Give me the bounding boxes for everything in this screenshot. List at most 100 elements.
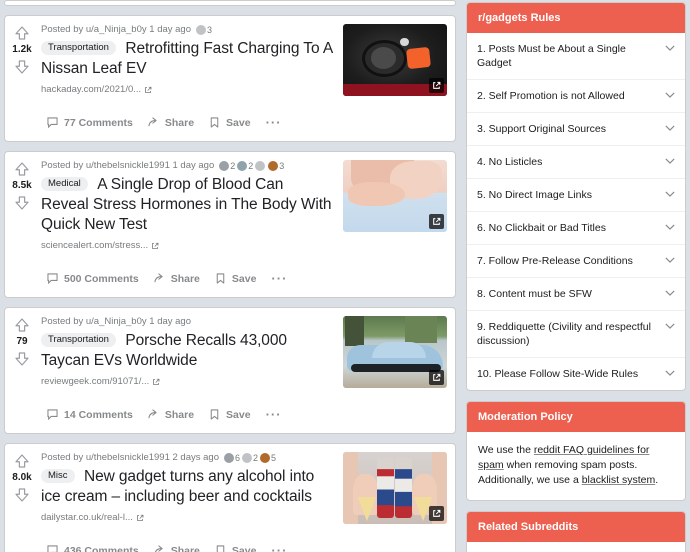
chevron-down-icon[interactable]	[665, 45, 675, 51]
upvote-icon[interactable]	[13, 24, 31, 42]
rule-text: 2. Self Promotion is not Allowed	[477, 90, 625, 102]
post-author-line[interactable]: Posted by u/thebelsnickle1991 1 day ago	[41, 159, 214, 173]
save-label: Save	[231, 544, 257, 552]
sidebar: r/gadgets Rules 1. Posts Must be About a…	[466, 0, 686, 552]
rule-item[interactable]: 5. No Direct Image Links	[467, 179, 685, 212]
award-count: 2	[248, 161, 254, 171]
chevron-down-icon[interactable]	[665, 224, 675, 230]
chevron-down-icon[interactable]	[665, 323, 675, 329]
post-title-row: Transportation Porsche Recalls 43,000 Ta…	[41, 331, 335, 371]
related-subreddits-body: The BIG list of related subreddits	[467, 542, 685, 552]
blacklist-system-link[interactable]: blacklist system	[582, 474, 656, 486]
chevron-down-icon[interactable]	[665, 125, 675, 131]
post-domain[interactable]: dailystar.co.uk/real-l...	[41, 512, 335, 523]
award-item[interactable]: 2	[242, 451, 258, 465]
more-options-button[interactable]: ···	[265, 543, 293, 552]
comments-button[interactable]: 500 Comments	[41, 269, 144, 288]
downvote-icon[interactable]	[13, 58, 31, 76]
rule-item[interactable]: 8. Content must be SFW	[467, 278, 685, 311]
award-count: 5	[271, 453, 277, 463]
share-button[interactable]: Share	[142, 113, 199, 132]
award-item[interactable]	[255, 161, 266, 171]
rule-text: 4. No Listicles	[477, 156, 543, 168]
save-button[interactable]: Save	[209, 269, 262, 288]
save-button[interactable]: Save	[203, 113, 256, 132]
rule-item[interactable]: 4. No Listicles	[467, 146, 685, 179]
more-options-button[interactable]: ···	[260, 115, 288, 130]
chevron-down-icon[interactable]	[665, 92, 675, 98]
downvote-icon[interactable]	[13, 350, 31, 368]
post-card[interactable]: 1.2k Posted by u/a_Ninja_b0y 1 day ago 3…	[4, 15, 456, 142]
award-item[interactable]: 6	[224, 451, 240, 465]
expand-thumbnail-icon[interactable]	[429, 370, 444, 385]
post-card-partial-top[interactable]	[4, 0, 456, 6]
chevron-down-icon[interactable]	[665, 370, 675, 376]
downvote-icon[interactable]	[13, 486, 31, 504]
post-domain[interactable]: sciencealert.com/stress...	[41, 240, 335, 251]
award-count: 6	[235, 453, 241, 463]
save-label: Save	[226, 116, 251, 129]
chevron-down-icon[interactable]	[665, 191, 675, 197]
post-card[interactable]: 8.5k Posted by u/thebelsnickle1991 1 day…	[4, 151, 456, 298]
post-flair[interactable]: Misc	[41, 468, 75, 483]
chevron-down-icon[interactable]	[665, 158, 675, 164]
moderation-policy-panel: Moderation Policy We use the reddit FAQ …	[466, 401, 686, 501]
award-item[interactable]: 2	[219, 159, 235, 173]
share-button[interactable]: Share	[148, 269, 205, 288]
rule-item[interactable]: 7. Follow Pre-Release Conditions	[467, 245, 685, 278]
expand-thumbnail-icon[interactable]	[429, 214, 444, 229]
post-thumbnail[interactable]	[343, 160, 447, 232]
post-domain[interactable]: hackaday.com/2021/0...	[41, 84, 335, 95]
post-thumbnail[interactable]	[343, 452, 447, 524]
rule-text: 3. Support Original Sources	[477, 123, 606, 135]
rule-item[interactable]: 3. Support Original Sources	[467, 113, 685, 146]
expand-thumbnail-icon[interactable]	[429, 506, 444, 521]
award-count: 2	[230, 161, 236, 171]
share-icon	[154, 273, 163, 283]
expand-thumbnail-icon[interactable]	[429, 78, 444, 93]
post-thumbnail[interactable]	[343, 316, 447, 388]
moderation-text-after: .	[655, 474, 659, 486]
rule-item[interactable]: 2. Self Promotion is not Allowed	[467, 80, 685, 113]
chevron-down-icon[interactable]	[665, 290, 675, 296]
post-author-line[interactable]: Posted by u/a_Ninja_b0y 1 day ago	[41, 315, 191, 329]
external-link-icon	[145, 86, 152, 93]
upvote-icon[interactable]	[13, 160, 31, 178]
silver-award-icon	[255, 161, 266, 171]
award-item[interactable]: 3	[196, 23, 212, 37]
post-flair[interactable]: Transportation	[41, 332, 116, 347]
post-author-line[interactable]: Posted by u/a_Ninja_b0y 1 day ago	[41, 23, 191, 37]
share-button[interactable]: Share	[148, 541, 205, 552]
post-author-line[interactable]: Posted by u/thebelsnickle1991 2 days ago	[41, 451, 219, 465]
post-flair[interactable]: Medical	[41, 176, 88, 191]
comments-button[interactable]: 14 Comments	[41, 405, 138, 424]
rule-item[interactable]: 10. Please Follow Site-Wide Rules	[467, 358, 685, 390]
upvote-icon[interactable]	[13, 316, 31, 334]
upvote-icon[interactable]	[13, 452, 31, 470]
post-thumbnail[interactable]	[343, 24, 447, 96]
save-button[interactable]: Save	[209, 541, 262, 552]
downvote-icon[interactable]	[13, 194, 31, 212]
moderation-policy-body: We use the reddit FAQ guidelines for spa…	[467, 432, 685, 500]
rule-item[interactable]: 9. Reddiquette (Civility and respectful …	[467, 311, 685, 358]
post-card[interactable]: 79 Posted by u/a_Ninja_b0y 1 day ago Tra…	[4, 307, 456, 434]
save-button[interactable]: Save	[203, 405, 256, 424]
post-title[interactable]: New gadget turns any alcohol into ice cr…	[41, 468, 314, 505]
award-item[interactable]: 2	[237, 159, 253, 173]
post-flair[interactable]: Transportation	[41, 40, 116, 55]
comments-button[interactable]: 436 Comments	[41, 541, 144, 552]
post-feed: 1.2k Posted by u/a_Ninja_b0y 1 day ago 3…	[4, 0, 456, 552]
rule-item[interactable]: 1. Posts Must be About a Single Gadget	[467, 33, 685, 80]
rule-item[interactable]: 6. No Clickbait or Bad Titles	[467, 212, 685, 245]
comments-button[interactable]: 77 Comments	[41, 113, 138, 132]
post-domain[interactable]: reviewgeek.com/91071/...	[41, 376, 335, 387]
chevron-down-icon[interactable]	[665, 257, 675, 263]
share-button[interactable]: Share	[142, 405, 199, 424]
more-options-button[interactable]: ···	[265, 271, 293, 286]
award-item[interactable]: 3	[268, 159, 284, 173]
award-item[interactable]: 5	[260, 451, 276, 465]
gold-award-icon	[268, 161, 279, 171]
more-options-button[interactable]: ···	[260, 407, 288, 422]
post-actions: 500 Comments Share Save ···	[41, 269, 335, 297]
post-card[interactable]: 8.0k Posted by u/thebelsnickle1991 2 day…	[4, 443, 456, 552]
